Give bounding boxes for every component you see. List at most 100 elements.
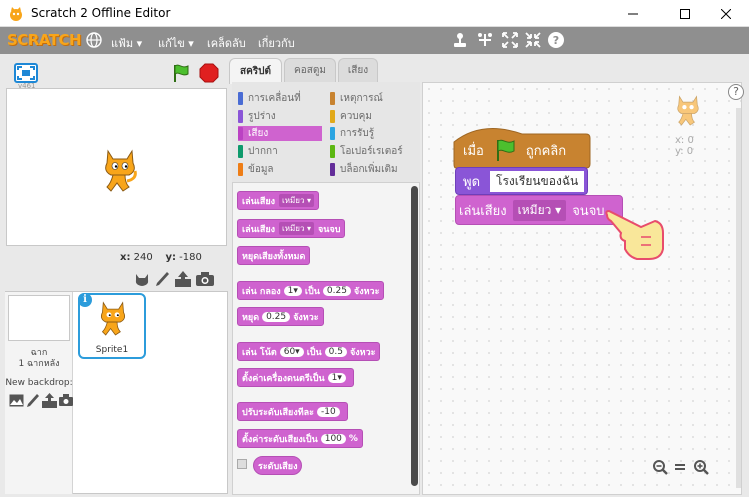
x-value: 240 (133, 252, 153, 263)
help-button[interactable]: ? (728, 84, 744, 100)
category-sensing[interactable]: การรับรู้ (330, 126, 416, 141)
stage-thumbnail[interactable] (8, 295, 70, 341)
category-data[interactable]: ข้อมูล (238, 162, 326, 177)
close-button[interactable] (703, 0, 749, 27)
when-flag-clicked-block[interactable]: เมื่อ ถูกคลิก (463, 138, 566, 162)
tab-scripts[interactable]: สคริปต์ (229, 58, 282, 84)
cat-sprite[interactable] (99, 147, 141, 193)
motion-swatch (238, 92, 243, 105)
block-text: เล่นเสียง (242, 224, 275, 235)
stage[interactable] (6, 88, 227, 246)
category-label: การรับรู้ (340, 128, 375, 139)
volume-reporter-block[interactable]: ระดับเสียง (253, 456, 303, 475)
help-icon[interactable]: ? (547, 31, 565, 49)
duplicate-stamp-icon[interactable] (451, 31, 469, 49)
maximize-button[interactable] (662, 0, 708, 27)
zoom-in-button[interactable] (693, 459, 709, 475)
upload-sprite-icon[interactable] (174, 270, 192, 288)
beats-input[interactable]: 0.25 (322, 285, 351, 296)
play-sound-block[interactable]: เล่นเสียง เหมียว ▾ (237, 191, 320, 210)
choose-sprite-from-library-icon[interactable] (133, 270, 151, 288)
window-title: Scratch 2 Offline Editor (31, 6, 171, 20)
drum-input[interactable]: 1▾ (283, 285, 302, 296)
new-sprite-toolbar (5, 266, 228, 292)
set-volume-input[interactable]: 100 (320, 433, 346, 444)
about-menu[interactable]: เกี่ยวกับ (258, 34, 295, 52)
sprite-info-icon[interactable]: i (78, 293, 92, 307)
set-volume-block[interactable]: ตั้งค่าระดับเสียงเป็น 100 % (237, 429, 363, 448)
category-label: โอเปอร์เรเตอร์ (340, 146, 403, 157)
rest-input[interactable]: 0.25 (262, 311, 291, 322)
sprite-thumbnail-sprite1[interactable]: i Sprite1 (78, 293, 146, 359)
block-text: ปรับระดับเสียงทีละ (242, 407, 315, 418)
zoom-reset-button[interactable] (673, 459, 687, 475)
tips-menu[interactable]: เคล็ดลับ (207, 34, 246, 52)
paint-backdrop-icon[interactable] (26, 393, 40, 408)
set-instrument-block[interactable]: ตั้งค่าเครื่องดนตรีเป็น 1▾ (237, 368, 354, 387)
category-label: เหตุการณ์ (340, 93, 383, 104)
block-text: % (348, 433, 358, 444)
sound-dropdown[interactable]: เหมียว ▾ (278, 194, 315, 207)
category-label: ควบคุม (340, 111, 372, 122)
tab-costumes[interactable]: คอสตูม (284, 58, 336, 82)
category-more-blocks[interactable]: บล็อกเพิ่มเติม (330, 162, 416, 177)
say-text-input[interactable]: โรงเรียนของฉัน (490, 171, 585, 192)
block-text: พูด (463, 175, 481, 190)
play-sound-until-done-script-block[interactable]: เล่นเสียง เหมียว ▾ จนจบ (459, 200, 605, 221)
new-backdrop-label: New backdrop: (5, 378, 73, 388)
say-block[interactable]: พูด โรงเรียนของฉัน (463, 171, 585, 192)
volume-reporter-checkbox[interactable] (237, 459, 247, 469)
category-events[interactable]: เหตุการณ์ (330, 91, 416, 106)
change-volume-input[interactable]: -10 (317, 406, 340, 417)
grow-icon[interactable] (501, 31, 519, 49)
stage-header: v461 (6, 58, 226, 90)
looks-swatch (238, 110, 243, 123)
green-flag-icon[interactable] (172, 63, 190, 83)
play-note-block[interactable]: เล่น โน้ต 60▾ เป็น 0.5 จังหวะ (237, 342, 381, 361)
block-text: เล่น กลอง (242, 286, 281, 297)
scratch-logo[interactable]: SCRATCH (7, 31, 82, 49)
stop-all-sounds-block[interactable]: หยุดเสียงทั้งหมด (237, 246, 311, 265)
category-looks[interactable]: รูปร่าง (238, 109, 326, 124)
full-screen-icon[interactable] (14, 63, 38, 83)
play-drum-block[interactable]: เล่น กลอง 1▾ เป็น 0.25 จังหวะ (237, 281, 385, 300)
minimize-button[interactable] (610, 0, 656, 27)
edit-menu[interactable]: แก้ไข ▾ (158, 34, 194, 52)
category-operators[interactable]: โอเปอร์เรเตอร์ (330, 144, 416, 159)
stop-icon[interactable] (199, 63, 219, 83)
tab-sounds[interactable]: เสียง (338, 58, 378, 82)
globe-icon[interactable] (85, 31, 103, 49)
sound-dropdown[interactable]: เหมียว ▾ (512, 200, 567, 221)
file-menu[interactable]: แฟ้ม ▾ (111, 34, 142, 52)
more-blocks-swatch (330, 163, 335, 176)
category-pen[interactable]: ปากกา (238, 144, 326, 159)
backdrop-camera-icon[interactable] (59, 394, 73, 407)
note-beats-input[interactable]: 0.5 (324, 346, 347, 357)
sprite-name: Sprite1 (95, 345, 129, 355)
category-motion[interactable]: การเคลื่อนที่ (238, 91, 326, 106)
backdrop-library-icon[interactable] (9, 394, 24, 407)
category-control[interactable]: ควบคุม (330, 109, 416, 124)
play-sound-until-done-block[interactable]: เล่นเสียง เหมียว ▾ จนจบ (237, 219, 346, 238)
category-sound[interactable]: เสียง (238, 126, 322, 141)
close-icon (721, 8, 731, 19)
delete-scissors-icon[interactable] (476, 31, 494, 49)
zoom-out-button[interactable] (652, 459, 668, 475)
minimize-icon (628, 13, 638, 14)
upload-backdrop-icon[interactable] (42, 393, 57, 408)
category-label: การเคลื่อนที่ (248, 93, 301, 104)
palette-scrollbar[interactable] (411, 186, 418, 486)
paint-new-sprite-icon[interactable] (153, 270, 171, 288)
rest-block[interactable]: หยุด 0.25 จังหวะ (237, 307, 324, 326)
note-input[interactable]: 60▾ (279, 346, 304, 357)
change-volume-block[interactable]: ปรับระดับเสียงทีละ -10 (237, 402, 348, 421)
instrument-input[interactable]: 1▾ (327, 372, 346, 383)
block-text: ตั้งค่าเครื่องดนตรีเป็น (242, 373, 325, 384)
shrink-icon[interactable] (524, 31, 542, 49)
camera-icon[interactable] (195, 271, 215, 287)
current-sprite-preview (677, 95, 699, 126)
scripts-scrollbar[interactable] (736, 108, 741, 488)
block-text: ตั้งค่าระดับเสียงเป็น (242, 434, 318, 445)
sound-dropdown[interactable]: เหมียว ▾ (278, 222, 315, 235)
green-flag-icon (496, 139, 515, 161)
